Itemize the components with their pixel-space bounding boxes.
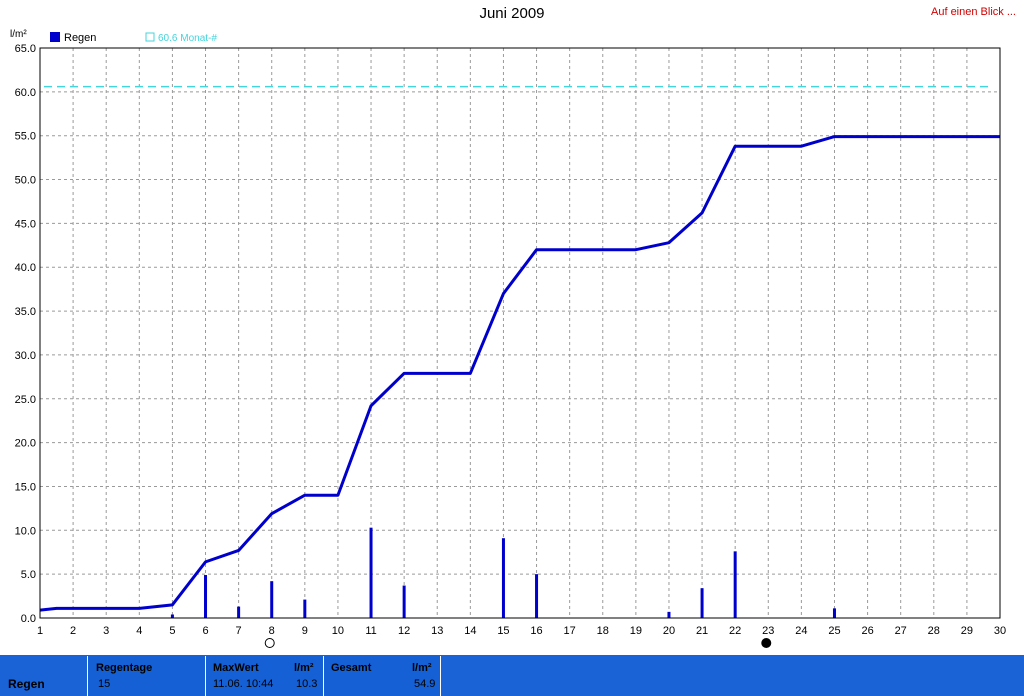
daily-rain-bar — [832, 608, 836, 618]
y-tick-label: 45.0 — [15, 218, 36, 230]
x-tick-label: 6 — [202, 625, 208, 637]
x-tick-label: 19 — [630, 625, 642, 637]
daily-rain-bar — [303, 599, 307, 618]
rain-days-cell: Regentage 15 — [87, 656, 205, 696]
total-unit: l/m² — [412, 662, 432, 674]
y-tick-label: 55.0 — [15, 131, 36, 143]
daily-rain-bar — [501, 538, 505, 618]
daily-rain-bar — [237, 606, 241, 618]
moon-phase-icon — [264, 638, 275, 648]
x-tick-label: 24 — [795, 625, 807, 637]
daily-rain-bar — [170, 614, 174, 618]
daily-rain-bar — [700, 588, 704, 618]
daily-bars — [170, 527, 836, 618]
x-tick-label: 17 — [564, 625, 576, 637]
x-tick-label: 30 — [994, 625, 1006, 637]
y-tick-label: 25.0 — [15, 394, 36, 406]
max-value-cell: MaxWert l/m² 11.06. 10:44 10.3 — [205, 656, 323, 696]
legend-series-label: Regen — [64, 32, 96, 44]
y-unit-label: l/m² — [10, 29, 27, 40]
x-tick-label: 27 — [895, 625, 907, 637]
total-cell: Gesamt l/m² 54.9 — [323, 656, 441, 696]
x-tick-label: 2 — [70, 625, 76, 637]
x-tick-label: 12 — [398, 625, 410, 637]
total-header: Gesamt — [331, 662, 372, 674]
plot-frame — [39, 47, 1001, 619]
summary-footer: Regen Regentage 15 MaxWert l/m² 11.06. 1… — [0, 655, 1024, 696]
rain-days-header: Regentage — [96, 662, 153, 674]
total-value: 54.9 — [414, 678, 436, 690]
x-tick-labels: 1 2 3 4 5 6 7 8 9 10 11 12 13 14 15 16 17 18 19 20 21 22 23 24 2… — [37, 625, 1006, 637]
x-tick-label: 1 — [37, 625, 43, 637]
y-tick-label: 65.0 — [15, 43, 36, 55]
legend-series-swatch — [50, 32, 60, 42]
x-tick-label: 14 — [464, 625, 476, 637]
y-tick-label: 10.0 — [15, 525, 36, 537]
x-tick-label: 23 — [762, 625, 774, 637]
y-tick-label: 15.0 — [15, 481, 36, 493]
x-tick-label: 9 — [302, 625, 308, 637]
daily-rain-bar — [733, 551, 737, 618]
y-tick-label: 50.0 — [15, 175, 36, 187]
x-tick-label: 13 — [431, 625, 443, 637]
y-tick-label: 35.0 — [15, 306, 36, 318]
max-value-value: 10.3 — [296, 678, 318, 690]
new-moon-icon — [761, 638, 772, 648]
grid — [40, 48, 1000, 618]
moon-markers — [264, 638, 772, 648]
daily-rain-bar — [535, 574, 539, 618]
rain-days-value: 15 — [98, 678, 111, 690]
x-tick-label: 18 — [597, 625, 609, 637]
max-value-header: MaxWert — [213, 662, 259, 674]
cumulative-rain-line — [39, 135, 1000, 612]
y-tick-label: 0.0 — [21, 613, 36, 625]
daily-rain-bar — [369, 527, 373, 618]
daily-rain-bar — [270, 581, 274, 618]
x-tick-label: 22 — [729, 625, 741, 637]
daily-rain-bar — [204, 575, 208, 618]
rain-chart: 0.0 5.0 10.0 15.0 20.0 25.0 30.0 35.0 40.0 45.0 50… — [10, 29, 1006, 648]
daily-rain-bar — [402, 585, 406, 618]
footer-label: Regen — [8, 677, 45, 691]
max-value-datetime: 11.06. 10:44 — [213, 678, 274, 690]
y-tick-label: 40.0 — [15, 262, 36, 274]
legend-reference-label: 60.6 Monat-# — [158, 33, 217, 44]
x-tick-label: 10 — [332, 625, 344, 637]
y-tick-label: 20.0 — [15, 438, 36, 450]
x-tick-label: 15 — [497, 625, 509, 637]
x-tick-label: 4 — [136, 625, 142, 637]
x-tick-label: 7 — [236, 625, 242, 637]
x-tick-label: 21 — [696, 625, 708, 637]
x-tick-label: 3 — [103, 625, 109, 637]
x-tick-label: 29 — [961, 625, 973, 637]
x-tick-label: 28 — [928, 625, 940, 637]
x-tick-label: 25 — [828, 625, 840, 637]
x-tick-label: 5 — [169, 625, 175, 637]
x-tick-label: 11 — [365, 625, 376, 637]
chart-title: Juni 2009 — [479, 5, 545, 22]
y-tick-label: 60.0 — [15, 87, 36, 99]
daily-rain-bar — [667, 611, 671, 618]
y-tick-label: 5.0 — [21, 569, 36, 581]
max-value-unit: l/m² — [294, 662, 314, 674]
y-tick-labels: 0.0 5.0 10.0 15.0 20.0 25.0 30.0 35.0 40.0 45.0 50… — [15, 43, 36, 625]
x-tick-label: 20 — [663, 625, 675, 637]
y-tick-label: 30.0 — [15, 350, 36, 362]
legend-reference-swatch — [145, 32, 155, 42]
x-tick-label: 26 — [861, 625, 873, 637]
overview-link[interactable]: Auf einen Blick ... — [931, 6, 1016, 18]
x-tick-label: 16 — [530, 625, 542, 637]
x-tick-label: 8 — [269, 625, 275, 637]
